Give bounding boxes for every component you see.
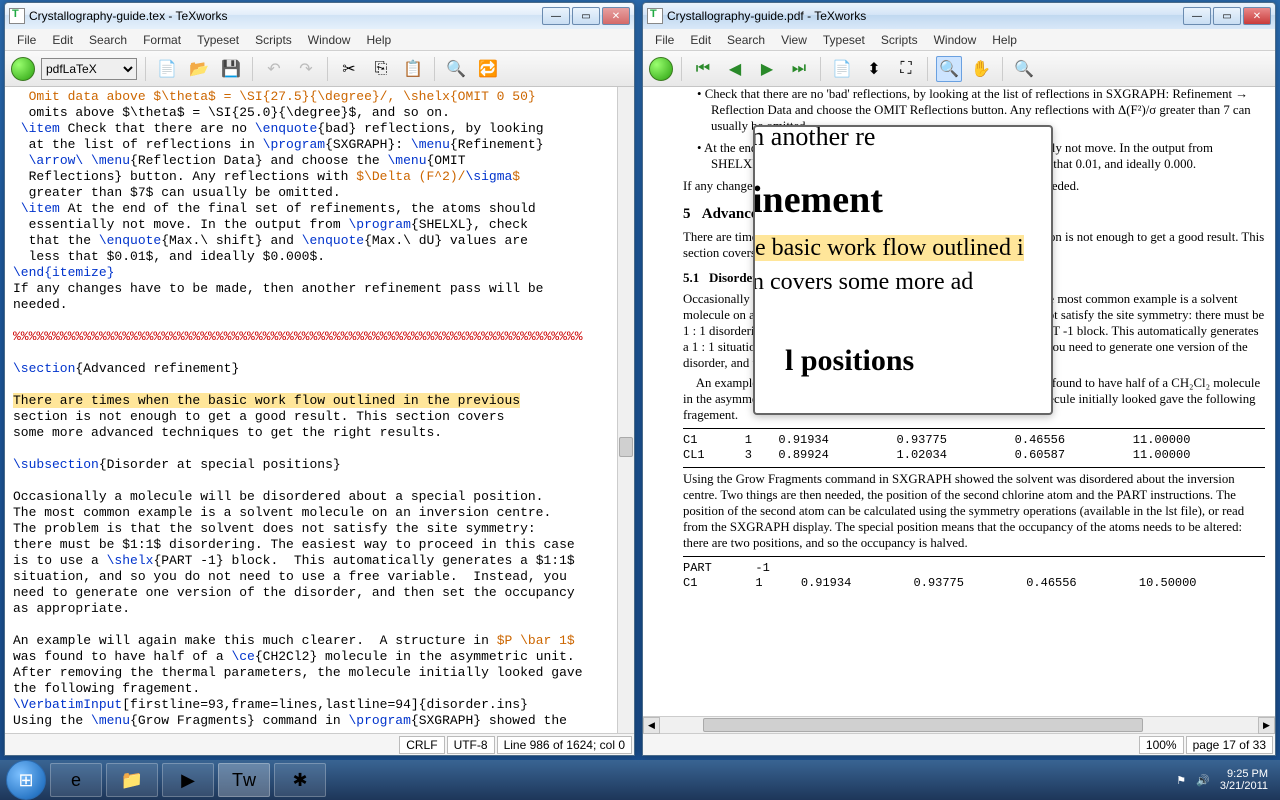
editor-window: Crystallography-guide.tex - TeXworks — ▭… (4, 2, 635, 756)
editor-titlebar[interactable]: Crystallography-guide.tex - TeXworks — ▭… (5, 3, 634, 29)
pdf-table: PART-1 C110.919340.937750.4655610.50000 (683, 561, 1265, 591)
maximize-button[interactable]: ▭ (1213, 7, 1241, 25)
tray-clock[interactable]: 9:25 PM 3/21/2011 (1220, 768, 1268, 792)
menu-search[interactable]: Search (81, 31, 135, 49)
status-crlf[interactable]: CRLF (399, 736, 444, 754)
first-page-icon[interactable]: ⏮ (690, 56, 716, 82)
pdf-hscrollbar[interactable]: ◀ ▶ (643, 716, 1275, 733)
menu-help[interactable]: Help (984, 31, 1025, 49)
menu-edit[interactable]: Edit (682, 31, 719, 49)
taskbar-explorer-icon[interactable]: 📁 (106, 763, 158, 797)
scroll-tool-icon[interactable]: ✋ (968, 56, 994, 82)
menu-view[interactable]: View (773, 31, 815, 49)
source-editor[interactable]: Omit data above $\theta$ = \SI{27.5}{\de… (5, 87, 634, 733)
actual-size-icon[interactable]: 📄 (829, 56, 855, 82)
fit-width-icon[interactable]: ⬍ (861, 56, 887, 82)
typeset-button[interactable] (649, 57, 673, 81)
close-button[interactable]: ✕ (1243, 7, 1271, 25)
menu-scripts[interactable]: Scripts (247, 31, 300, 49)
magnifier-overlay: e, then another re inement he basic work… (753, 125, 1053, 415)
editor-title: Crystallography-guide.tex - TeXworks (29, 9, 542, 23)
pdf-table: C110.919340.937750.4655611.00000 CL130.8… (683, 433, 1265, 463)
editor-menubar: File Edit Search Format Typeset Scripts … (5, 29, 634, 51)
system-tray[interactable]: ⚑ 🔊 9:25 PM 3/21/2011 (1176, 768, 1274, 792)
menu-search[interactable]: Search (719, 31, 773, 49)
editor-toolbar: pdfLaTeX 📄 📂 💾 ↶ ↷ ✂ ⎘ 📋 🔍 🔁 (5, 51, 634, 87)
taskbar-texworks-icon[interactable]: Tᴡ (218, 763, 270, 797)
menu-help[interactable]: Help (358, 31, 399, 49)
fit-window-icon[interactable]: ⛶ (893, 56, 919, 82)
typeset-button[interactable] (11, 57, 35, 81)
next-page-icon[interactable]: ▶ (754, 56, 780, 82)
open-file-icon[interactable]: 📂 (186, 56, 212, 82)
editor-vscrollbar[interactable] (617, 87, 634, 733)
magnifier-tool-icon[interactable]: 🔍 (936, 56, 962, 82)
pdf-titlebar[interactable]: Crystallography-guide.pdf - TeXworks — ▭… (643, 3, 1275, 29)
engine-select[interactable]: pdfLaTeX (41, 58, 137, 80)
close-button[interactable]: ✕ (602, 7, 630, 25)
pdf-text: Using the Grow Fragments command in SXGR… (683, 472, 1265, 552)
last-page-icon[interactable]: ⏭ (786, 56, 812, 82)
find-icon[interactable]: 🔍 (1011, 56, 1037, 82)
tray-flag-icon[interactable]: ⚑ (1176, 774, 1186, 787)
status-encoding[interactable]: UTF-8 (447, 736, 495, 754)
maximize-button[interactable]: ▭ (572, 7, 600, 25)
paste-icon[interactable]: 📋 (400, 56, 426, 82)
taskbar-ie-icon[interactable]: e (50, 763, 102, 797)
app-icon (647, 8, 663, 24)
taskbar-app-icon[interactable]: ✱ (274, 763, 326, 797)
replace-icon[interactable]: 🔁 (475, 56, 501, 82)
editor-statusbar: CRLF UTF-8 Line 986 of 1624; col 0 (5, 733, 634, 755)
pdf-window: Crystallography-guide.pdf - TeXworks — ▭… (642, 2, 1276, 756)
menu-window[interactable]: Window (926, 31, 985, 49)
pdf-toolbar: ⏮ ◀ ▶ ⏭ 📄 ⬍ ⛶ 🔍 ✋ 🔍 (643, 51, 1275, 87)
pdf-statusbar: 100% page 17 of 33 (643, 733, 1275, 755)
menu-window[interactable]: Window (300, 31, 359, 49)
undo-icon[interactable]: ↶ (261, 56, 287, 82)
status-position: Line 986 of 1624; col 0 (497, 736, 632, 754)
menu-format[interactable]: Format (135, 31, 189, 49)
app-icon (9, 8, 25, 24)
start-button[interactable]: ⊞ (6, 760, 46, 800)
save-file-icon[interactable]: 💾 (218, 56, 244, 82)
new-file-icon[interactable]: 📄 (154, 56, 180, 82)
tray-speaker-icon[interactable]: 🔊 (1196, 774, 1210, 787)
status-page[interactable]: page 17 of 33 (1186, 736, 1273, 754)
redo-icon[interactable]: ↷ (293, 56, 319, 82)
menu-typeset[interactable]: Typeset (189, 31, 247, 49)
minimize-button[interactable]: — (1183, 7, 1211, 25)
menu-typeset[interactable]: Typeset (815, 31, 873, 49)
menu-scripts[interactable]: Scripts (873, 31, 926, 49)
pdf-canvas[interactable]: Check that there are no 'bad' reflection… (643, 87, 1275, 716)
pdf-menubar: File Edit Search View Typeset Scripts Wi… (643, 29, 1275, 51)
menu-file[interactable]: File (9, 31, 44, 49)
taskbar: ⊞ e 📁 ▶ Tᴡ ✱ ⚑ 🔊 9:25 PM 3/21/2011 (0, 760, 1280, 800)
menu-file[interactable]: File (647, 31, 682, 49)
taskbar-mediaplayer-icon[interactable]: ▶ (162, 763, 214, 797)
menu-edit[interactable]: Edit (44, 31, 81, 49)
find-icon[interactable]: 🔍 (443, 56, 469, 82)
minimize-button[interactable]: — (542, 7, 570, 25)
status-zoom[interactable]: 100% (1139, 736, 1184, 754)
cut-icon[interactable]: ✂ (336, 56, 362, 82)
pdf-title: Crystallography-guide.pdf - TeXworks (667, 9, 1183, 23)
copy-icon[interactable]: ⎘ (368, 56, 394, 82)
prev-page-icon[interactable]: ◀ (722, 56, 748, 82)
